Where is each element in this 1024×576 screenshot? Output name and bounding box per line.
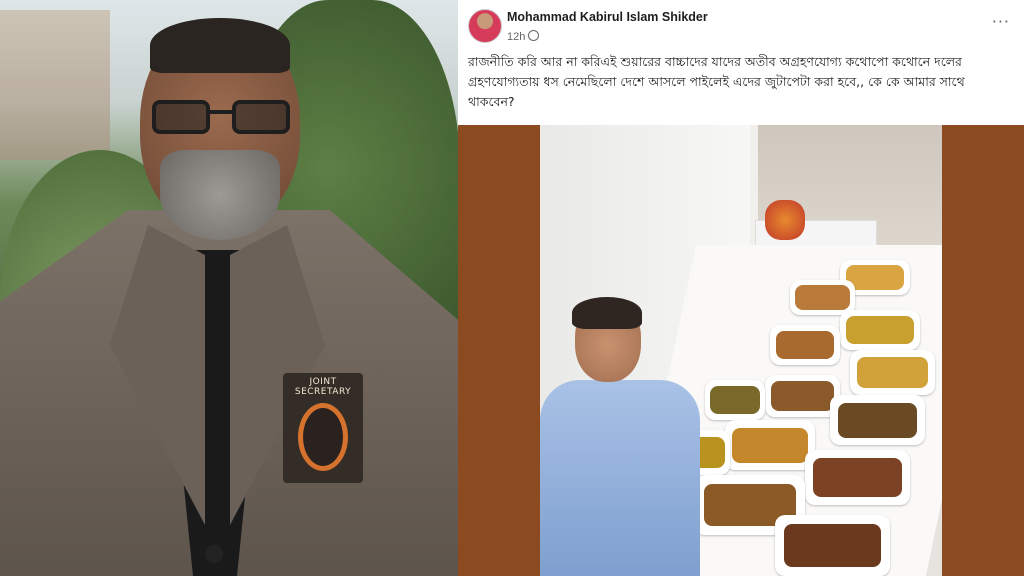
food-dish bbox=[775, 515, 890, 576]
post-text: রাজনীতি করি আর না করিএই শুয়ারের বাচ্চাদ… bbox=[468, 54, 965, 109]
fruit-basket bbox=[765, 200, 805, 240]
badge-emblem bbox=[298, 403, 348, 471]
background-building bbox=[0, 10, 110, 160]
eyeglasses bbox=[152, 100, 290, 136]
blazer-button bbox=[205, 545, 223, 563]
facebook-post: Mohammad Kabirul Islam Shikder 12h ··· র… bbox=[458, 0, 1024, 576]
post-meta: 12h bbox=[507, 30, 540, 43]
man-shirt bbox=[540, 380, 700, 576]
post-header: Mohammad Kabirul Islam Shikder 12h ··· র… bbox=[458, 0, 1024, 125]
beard bbox=[160, 150, 280, 240]
food-dish bbox=[725, 420, 815, 470]
more-options-icon[interactable]: ··· bbox=[992, 12, 1010, 31]
food-dish bbox=[850, 350, 935, 395]
food-dish bbox=[805, 450, 910, 505]
post-photo[interactable] bbox=[540, 125, 942, 576]
blazer-badge: JOINT SECRETARY bbox=[283, 373, 363, 483]
portrait-photo: JOINT SECRETARY bbox=[0, 0, 458, 576]
food-dish bbox=[765, 375, 840, 417]
badge-text: JOINT SECRETARY bbox=[294, 377, 352, 397]
man-hair bbox=[572, 297, 642, 329]
food-dish bbox=[840, 310, 920, 350]
post-time[interactable]: 12h bbox=[507, 31, 525, 43]
food-dish bbox=[770, 325, 840, 365]
food-dish bbox=[830, 395, 925, 445]
author-avatar[interactable] bbox=[468, 9, 502, 43]
author-name[interactable]: Mohammad Kabirul Islam Shikder bbox=[507, 10, 708, 24]
food-dish bbox=[705, 380, 765, 420]
hair bbox=[150, 18, 290, 73]
globe-icon bbox=[528, 30, 540, 41]
